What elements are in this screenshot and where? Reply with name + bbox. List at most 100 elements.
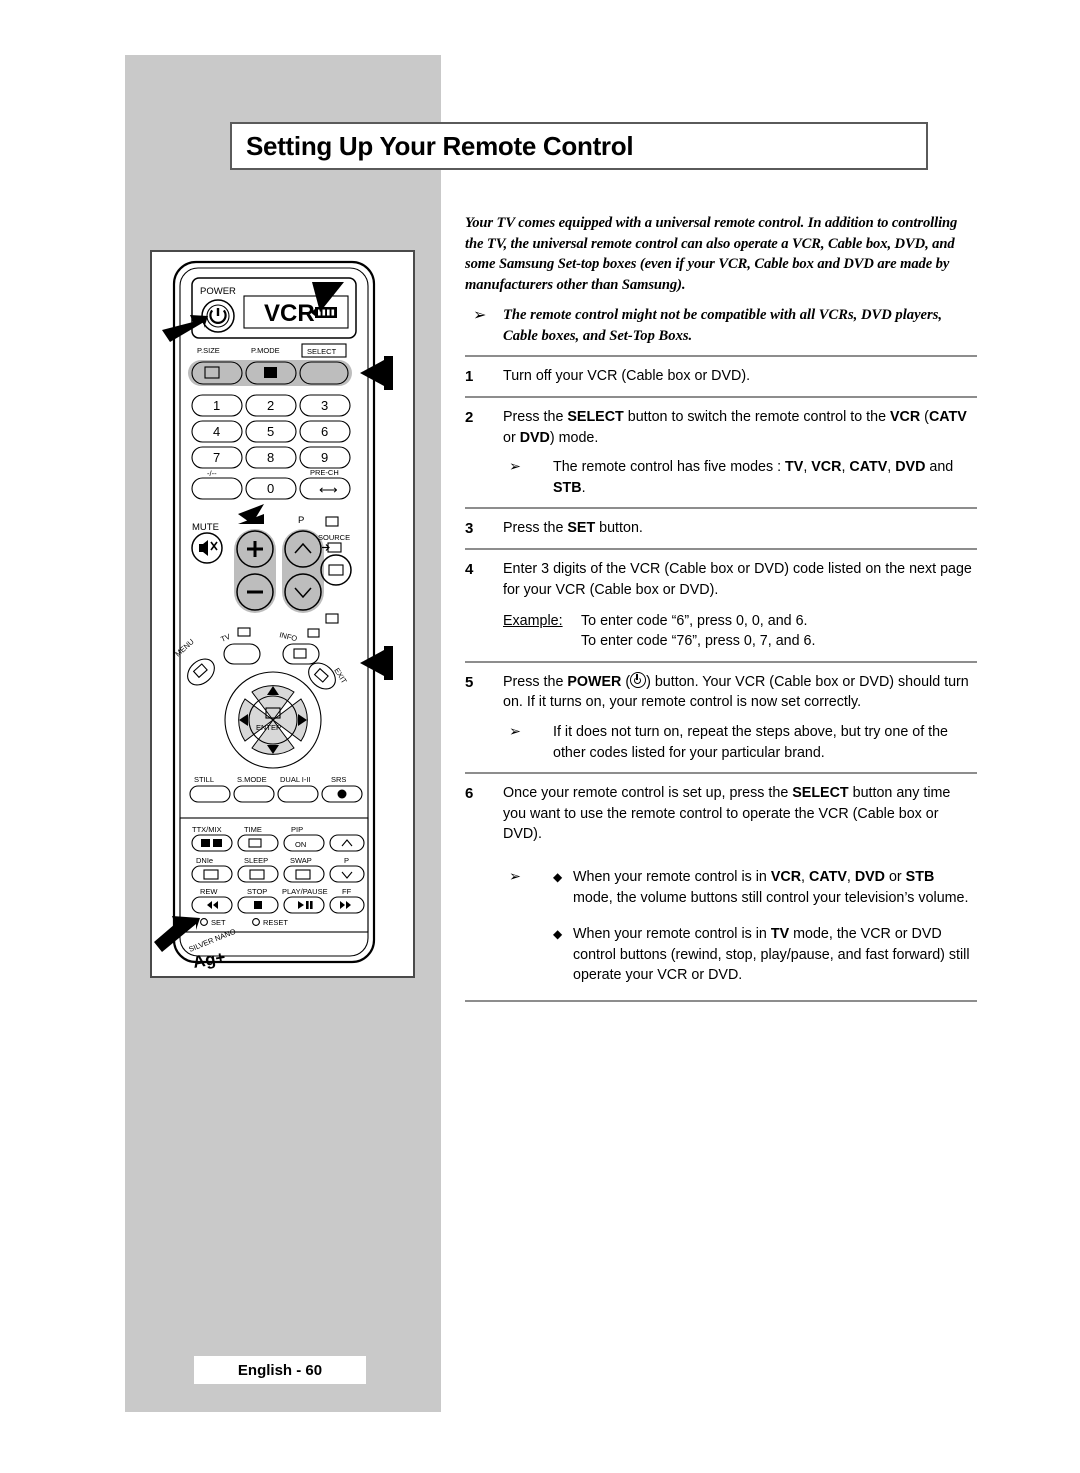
- svg-text:SLEEP: SLEEP: [244, 856, 268, 865]
- svg-text:INFO: INFO: [279, 630, 299, 643]
- divider: [465, 999, 977, 1002]
- step-text: Press the POWER () button. Your VCR (Cab…: [503, 671, 977, 763]
- intro-note: ➢ The remote control might not be compat…: [465, 305, 977, 346]
- remote-info-button: INFO: [279, 628, 320, 665]
- divider: [465, 772, 977, 775]
- remote-lower-rows: TTX/MIX TIME PIP ON DNIe SLEEP SWAP P RE…: [191, 825, 365, 914]
- bullet-item: ◆ When your remote control is in VCR, CA…: [553, 867, 977, 908]
- battery-icon: [312, 307, 337, 318]
- step-text: Enter 3 digits of the VCR (Cable box or …: [503, 559, 977, 651]
- remote-control-illustration: .ol{fill:none;stroke:#000;stroke-width:2…: [150, 250, 415, 978]
- intro-note-text: The remote control might not be compatib…: [503, 307, 943, 344]
- remote-direction-ring: ENTER: [224, 671, 322, 769]
- divider: [465, 507, 977, 510]
- remote-pmode-label: P.MODE: [251, 346, 280, 355]
- mute-icon: [199, 540, 218, 556]
- bullet-item: ◆ When your remote control is in TV mode…: [553, 924, 977, 986]
- arrow-bullet-icon: ➢: [509, 868, 521, 885]
- remote-number-pad: 1 2 3 4 5 6 7 8 9 -/-- 0 PRE-CH ⟷: [191, 394, 351, 500]
- remote-power-label: POWER: [200, 286, 236, 297]
- step-6: 6 Once your remote control is set up, pr…: [465, 783, 977, 986]
- arrow-bullet-icon: ➢: [473, 307, 487, 324]
- svg-text:P: P: [344, 856, 349, 865]
- step-4: 4 Enter 3 digits of the VCR (Cable box o…: [465, 559, 977, 651]
- intro-paragraph: Your TV comes equipped with a universal …: [465, 215, 958, 293]
- step-number: 1: [465, 368, 474, 385]
- annotation-arrow-exit: [360, 646, 393, 680]
- annotation-arrow-select: [360, 356, 393, 390]
- svg-text:STOP: STOP: [247, 887, 267, 896]
- remote-set-label: SET: [211, 918, 226, 927]
- svg-text:7: 7: [213, 450, 220, 465]
- step-text: Press the SET button.: [503, 520, 643, 537]
- step-1: 1 Turn off your VCR (Cable box or DVD).: [465, 366, 977, 387]
- page-title: Setting Up Your Remote Control: [246, 131, 634, 161]
- divider: [465, 660, 977, 663]
- remote-exit-button: EXIT: [308, 662, 349, 690]
- main-content: Your TV comes equipped with a universal …: [465, 213, 977, 1011]
- step-number: 4: [465, 561, 474, 579]
- step-text: Turn off your VCR (Cable box or DVD).: [503, 368, 751, 384]
- divider: [465, 396, 977, 398]
- step-text-main: Press the SELECT button to switch the re…: [503, 409, 967, 446]
- step-sub-text: If it does not turn on, repeat the steps…: [553, 723, 949, 761]
- svg-text:5: 5: [267, 424, 274, 439]
- step-sub-note: ➢ The remote control has five modes : TV…: [503, 457, 977, 498]
- remote-psize-label: P.SIZE: [197, 346, 220, 355]
- step-5: 5 Press the POWER () button. Your VCR (C…: [465, 671, 977, 763]
- remote-brand: SILVER NANO Ag+: [187, 927, 237, 972]
- svg-text:-/--: -/--: [207, 469, 217, 478]
- example-lines: To enter code “6”, press 0, 0, and 6. To…: [581, 611, 977, 652]
- arrow-bullet-icon: ➢: [509, 723, 521, 740]
- bullet-text: When your remote control is in VCR, CATV…: [573, 868, 969, 906]
- svg-text:DNIe: DNIe: [196, 856, 213, 865]
- divider: [465, 548, 977, 551]
- svg-text:REW: REW: [200, 887, 218, 896]
- svg-text:SRS: SRS: [331, 775, 346, 784]
- svg-text:0: 0: [267, 481, 274, 496]
- step-sub-text: The remote control has five modes : TV, …: [553, 459, 954, 496]
- step-number: 5: [465, 673, 474, 691]
- svg-text:PLAY/PAUSE: PLAY/PAUSE: [282, 887, 328, 896]
- remote-source-label: SOURCE: [318, 533, 350, 542]
- step-number: 2: [465, 409, 474, 426]
- source-icon: [322, 542, 342, 553]
- svg-text:1: 1: [213, 398, 220, 413]
- example-line: To enter code “76”, press 0, 7, and 6.: [581, 633, 816, 650]
- step-text-main: Once your remote control is set up, pres…: [503, 785, 951, 843]
- remote-reset-label: RESET: [263, 918, 288, 927]
- svg-text:SWAP: SWAP: [290, 856, 312, 865]
- bullet-text: When your remote control is in TV mode, …: [573, 926, 970, 984]
- svg-text:9: 9: [321, 450, 328, 465]
- step-sub-note: ➢ If it does not turn on, repeat the ste…: [503, 722, 977, 763]
- svg-text:TIME: TIME: [244, 825, 262, 834]
- step-bullets: ◆ When your remote control is in VCR, CA…: [553, 867, 977, 986]
- teletext-icon-bottom: [325, 613, 339, 624]
- remote-tv-button: TV: [219, 627, 261, 665]
- step-text-main: Press the POWER () button. Your VCR (Cab…: [503, 671, 969, 711]
- example-line: To enter code “6”, press 0, 0, and 6.: [581, 612, 808, 629]
- svg-text:DUAL I-II: DUAL I-II: [280, 775, 311, 784]
- example-label: Example:: [503, 612, 563, 629]
- step-number: 6: [465, 785, 474, 803]
- svg-text:TV: TV: [219, 632, 231, 644]
- svg-text:S.MODE: S.MODE: [237, 775, 267, 784]
- remote-mute-label: MUTE: [192, 522, 219, 533]
- step-2: 2 Press the SELECT button to switch the …: [465, 407, 977, 498]
- step-example: Example: To enter code “6”, press 0, 0, …: [503, 611, 977, 652]
- diamond-bullet-icon: ◆: [553, 869, 563, 884]
- step-text-main: Enter 3 digits of the VCR (Cable box or …: [503, 561, 972, 598]
- step-number: 3: [465, 520, 474, 538]
- remote-select-label: SELECT: [307, 347, 337, 356]
- svg-text:4: 4: [213, 424, 220, 439]
- remote-enter-label: ENTER: [256, 723, 282, 732]
- step-text: Press the SELECT button to switch the re…: [503, 407, 977, 498]
- svg-text:MENU: MENU: [173, 637, 195, 658]
- svg-text:PIP: PIP: [291, 825, 303, 834]
- remote-function-row: STILL S.MODE DUAL I-II SRS: [189, 775, 363, 803]
- footer-label: English - 60: [237, 1361, 323, 1379]
- svg-text:FF: FF: [342, 887, 352, 896]
- step-sub-note: ➢ ◆ When your remote control is in VCR, …: [503, 867, 977, 986]
- divider: [465, 355, 977, 357]
- step-3: 3 Press the SET button.: [465, 518, 977, 539]
